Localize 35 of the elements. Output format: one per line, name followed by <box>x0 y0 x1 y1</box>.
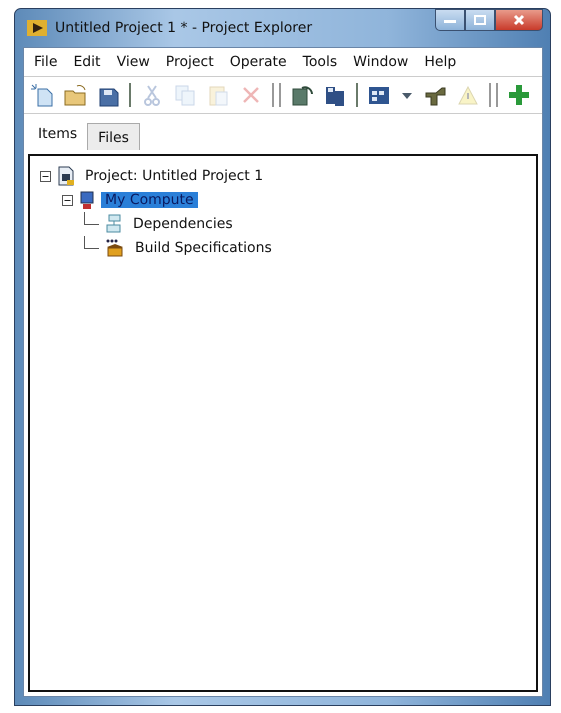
tab[interactable]: Files <box>87 123 140 150</box>
maximize-icon <box>474 15 486 25</box>
tree-item[interactable]: My Compute <box>101 192 198 208</box>
toolbar-grip[interactable] <box>272 83 281 107</box>
menu-item[interactable]: Operate <box>222 52 295 72</box>
menu-item[interactable]: File <box>26 52 66 72</box>
collapse-toggle-icon[interactable] <box>40 170 51 182</box>
computer-icon <box>79 190 95 210</box>
close-button[interactable] <box>495 9 543 31</box>
menu-item[interactable]: Window <box>345 52 416 72</box>
tab[interactable]: Items <box>28 122 88 150</box>
menu-item[interactable]: Tools <box>294 52 346 72</box>
app-logo-icon <box>27 20 47 36</box>
toolbar-grip[interactable] <box>489 83 498 107</box>
menu-item[interactable]: Help <box>416 52 464 72</box>
menu-item[interactable]: Edit <box>65 52 109 72</box>
project-icon <box>57 166 75 186</box>
dependencies-icon <box>105 214 123 234</box>
plus-icon[interactable] <box>507 83 531 107</box>
window-title: Untitled Project 1 * - Project Explorer <box>55 20 312 36</box>
tree-item[interactable]: Project: Untitled Project 1 <box>81 168 268 184</box>
build-icon <box>105 238 125 258</box>
new-file-icon[interactable] <box>30 83 54 107</box>
menu-item[interactable]: Project <box>158 52 222 72</box>
minimize-icon <box>444 17 456 23</box>
tree-item[interactable]: Dependencies <box>129 216 237 232</box>
collapse-toggle-icon[interactable] <box>62 194 73 206</box>
close-icon <box>513 14 525 26</box>
maximize-button[interactable] <box>465 9 495 31</box>
folder-icon[interactable] <box>63 83 87 107</box>
tree-line <box>84 236 99 248</box>
tree-line <box>84 212 99 224</box>
menu-item[interactable]: View <box>108 52 158 72</box>
tree-item[interactable]: Build Specifications <box>131 240 276 256</box>
minimize-button[interactable] <box>435 9 465 31</box>
